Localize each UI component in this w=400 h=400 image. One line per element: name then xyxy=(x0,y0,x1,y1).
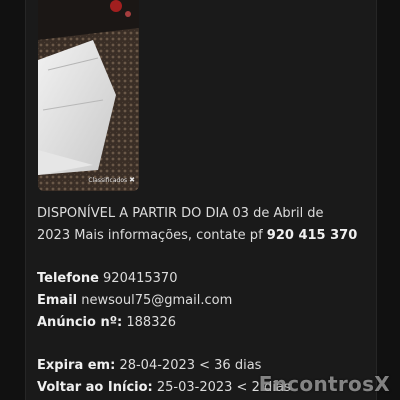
ad-card: Classificados ✖ DISPONÍVEL A PARTIR DO D… xyxy=(25,0,377,400)
ad-description: DISPONÍVEL A PARTIR DO DIA 03 de Abril d… xyxy=(37,203,357,247)
description-phone[interactable]: 920 415 370 xyxy=(267,228,357,243)
description-date: 03 de Abril de xyxy=(232,206,324,221)
phone-label: Telefone xyxy=(37,271,99,286)
ad-dates: Expira em: 28-04-2023 < 36 dias Voltar a… xyxy=(37,355,291,399)
email-value[interactable]: newsoul75@gmail.com xyxy=(81,293,232,308)
watermark: EncontrosX xyxy=(258,372,390,396)
phone-row: Telefone 920415370 xyxy=(37,268,232,290)
ad-number-row: Anúncio nº: 188326 xyxy=(37,312,232,334)
back-row: Voltar ao Início: 25-03-2023 < 2 dias xyxy=(37,377,291,399)
ad-number-value: 188326 xyxy=(126,315,177,330)
expires-value: 28-04-2023 < 36 dias xyxy=(119,358,262,373)
phone-value[interactable]: 920415370 xyxy=(103,271,177,286)
photo-caption: Classificados ✖ xyxy=(88,176,135,184)
description-line-2: 2023 Mais informações, contate pf 920 41… xyxy=(37,225,357,247)
expires-label: Expira em: xyxy=(37,358,116,373)
ad-photo[interactable]: Classificados ✖ xyxy=(38,0,139,191)
photo-caption-label: Classificados xyxy=(88,176,128,184)
expires-row: Expira em: 28-04-2023 < 36 dias xyxy=(37,355,291,377)
description-prefix: DISPONÍVEL A PARTIR DO DIA xyxy=(37,206,233,221)
close-x-icon: ✖ xyxy=(129,176,135,184)
photo-image xyxy=(38,0,139,191)
email-label: Email xyxy=(37,293,78,308)
page: Classificados ✖ DISPONÍVEL A PARTIR DO D… xyxy=(0,0,400,400)
ad-number-label: Anúncio nº: xyxy=(37,315,123,330)
description-line-1: DISPONÍVEL A PARTIR DO DIA 03 de Abril d… xyxy=(37,203,357,225)
contact-info: Telefone 920415370 Email newsoul75@gmail… xyxy=(37,268,232,334)
email-row: Email newsoul75@gmail.com xyxy=(37,290,232,312)
description-contact: 2023 Mais informações, contate pf xyxy=(37,228,267,243)
back-label: Voltar ao Início: xyxy=(37,380,153,395)
